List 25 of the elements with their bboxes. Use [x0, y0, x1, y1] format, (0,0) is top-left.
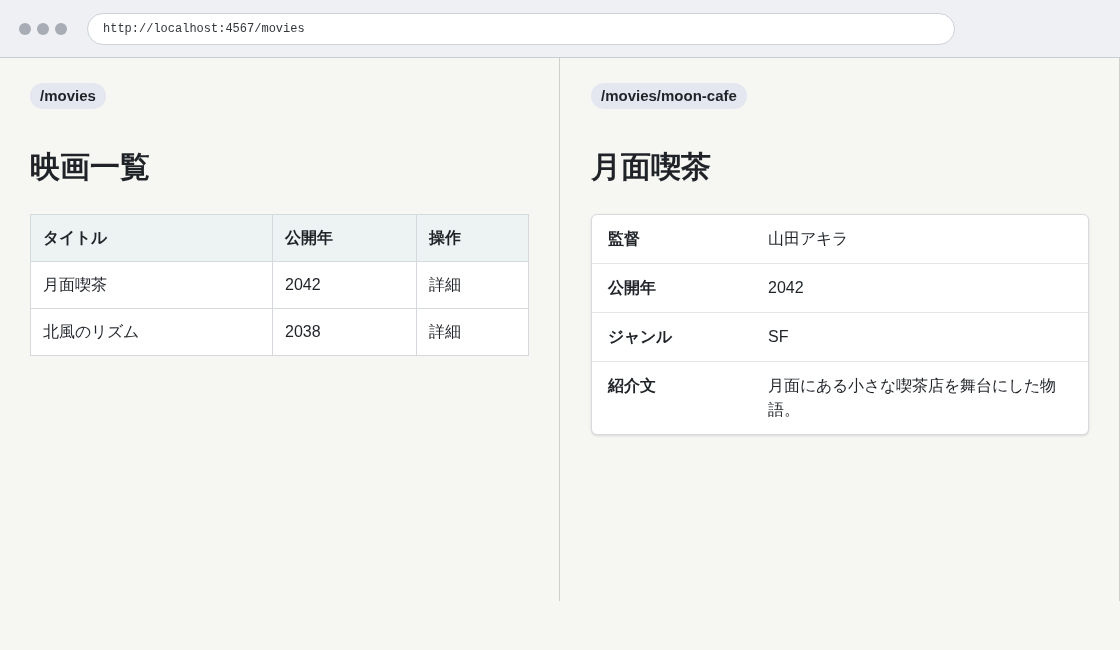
table-cell: 詳細: [416, 308, 529, 356]
field-value: 2042: [768, 279, 804, 296]
field-value: 山田アキラ: [768, 230, 848, 247]
route-badge: /movies/moon-cafe: [591, 83, 747, 109]
table-header-cell: 公開年: [272, 214, 417, 262]
page-heading: 月面喫茶: [591, 149, 711, 185]
field-label: ジャンル: [608, 328, 672, 345]
field-label: 監督: [608, 230, 640, 247]
table-header-cell: 操作: [416, 214, 529, 262]
route-badge: /movies: [30, 83, 106, 109]
address-bar[interactable]: http://localhost:4567/movies: [87, 12, 955, 45]
field-value: 月面にある小さな喫茶店を舞台にした物語。: [768, 377, 1056, 418]
field-value: SF: [768, 328, 789, 345]
window-control-icon[interactable]: [37, 22, 49, 35]
table-cell: 詳細: [416, 261, 529, 309]
table-header-cell: タイトル: [30, 214, 273, 262]
table-cell: 北風のリズム: [30, 308, 273, 356]
window-control-icon[interactable]: [55, 22, 67, 35]
table-cell: 月面喫茶: [30, 261, 273, 309]
table-cell: 2038: [272, 308, 417, 356]
field-label: 公開年: [608, 279, 656, 296]
window-control-icon[interactable]: [19, 22, 31, 35]
table-cell: 2042: [272, 261, 417, 309]
field-label: 紹介文: [608, 377, 656, 394]
page-heading: 映画一覧: [30, 149, 150, 185]
